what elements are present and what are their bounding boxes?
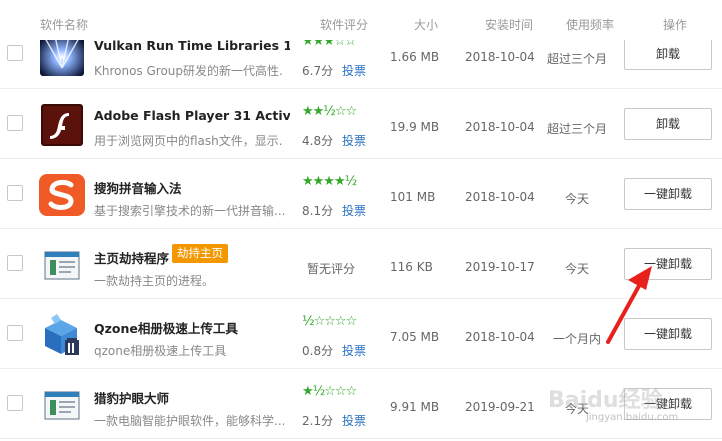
uninstall-button[interactable]: 一键卸载 (624, 318, 712, 350)
table-row: Qzone相册极速上传工具 qzone相册极速上传工具 ½☆☆☆☆ 0.8分 投… (0, 299, 722, 369)
vote-link[interactable]: 投票 (342, 202, 366, 219)
vote-link[interactable]: 投票 (342, 62, 366, 79)
software-desc: 一款电脑智能护眼软件，能够科学... (94, 414, 284, 428)
uninstall-button[interactable]: 一键卸载 (624, 248, 712, 280)
software-size: 101 MB (390, 190, 436, 204)
use-frequency: 今天 (564, 192, 589, 206)
rating-score: 2.1分 (302, 414, 334, 428)
sogou-icon (37, 174, 87, 216)
software-desc: Khronos Group研发的新一代高性... (94, 64, 284, 78)
rating-stars: ★½☆☆☆ (302, 384, 357, 399)
hijack-tag-badge: 劫持主页 (172, 244, 228, 263)
install-date: 2018-10-04 (465, 330, 535, 344)
software-name: Vulkan Run Time Libraries 1.0. (94, 38, 290, 53)
flash-player-icon (37, 104, 87, 146)
software-size: 19.9 MB (390, 120, 440, 134)
header-software-name[interactable]: 软件名称 (40, 16, 88, 33)
uninstall-button[interactable]: 一键卸载 (624, 178, 712, 210)
install-date: 2019-09-21 (465, 400, 535, 414)
rating-score: 0.8分 (302, 344, 334, 358)
program-window-icon (37, 244, 87, 286)
header-frequency[interactable]: 使用频率 (566, 16, 614, 33)
header-action: 操作 (663, 18, 688, 32)
software-desc: qzone相册极速上传工具 (94, 344, 227, 358)
software-name: 搜狗拼音输入法 (94, 181, 182, 196)
vote-link[interactable]: 投票 (342, 342, 366, 359)
baidu-watermark: Baidu经验 (548, 388, 663, 413)
row-checkbox[interactable] (7, 115, 23, 131)
software-desc: 基于搜索引擎技术的新一代拼音输... (94, 204, 284, 218)
use-frequency: 一个月内 (552, 332, 601, 346)
rating-score: 4.8分 (302, 134, 334, 148)
install-date: 2019-10-17 (465, 260, 535, 274)
software-desc: 用于浏览网页中的flash文件，显示... (94, 134, 284, 148)
vulkan-icon (37, 34, 87, 76)
rating-stars: ½☆☆☆☆ (302, 314, 357, 329)
table-row: Adobe Flash Player 31 ActiveX 用于浏览网页中的fl… (0, 89, 722, 159)
no-rating-text: 暂无评分 (307, 262, 356, 276)
table-row: 主页劫持程序 劫持主页 一款劫持主页的进程。 暂无评分 116 KB 2019-… (0, 229, 722, 299)
row-checkbox[interactable] (7, 185, 23, 201)
uninstall-button[interactable]: 卸载 (624, 108, 712, 140)
install-date: 2018-10-04 (465, 190, 535, 204)
use-frequency: 今天 (564, 262, 589, 276)
install-date: 2018-10-04 (465, 120, 535, 134)
software-size: 1.66 MB (390, 50, 440, 64)
software-size: 9.91 MB (390, 400, 440, 414)
rating-score: 6.7分 (302, 64, 334, 78)
row-checkbox[interactable] (7, 255, 23, 271)
baidu-watermark-url: jingyan.baidu.com (586, 412, 679, 423)
use-frequency: 超过三个月 (546, 122, 607, 136)
row-checkbox[interactable] (7, 325, 23, 341)
uninstall-button[interactable]: 卸载 (624, 38, 712, 70)
header-size[interactable]: 大小 (414, 16, 438, 33)
software-size: 7.05 MB (390, 330, 440, 344)
row-checkbox[interactable] (7, 395, 23, 411)
software-name: Qzone相册极速上传工具 (94, 321, 238, 336)
row-checkbox[interactable] (7, 45, 23, 61)
software-name: Adobe Flash Player 31 ActiveX (94, 108, 290, 123)
program-window-icon (37, 384, 87, 426)
vote-link[interactable]: 投票 (342, 132, 366, 149)
software-name: 主页劫持程序 (94, 251, 170, 266)
rating-score: 8.1分 (302, 204, 334, 218)
software-size: 116 KB (390, 260, 433, 274)
table-row: 搜狗拼音输入法 基于搜索引擎技术的新一代拼音输... ★★★★½ 8.1分 投票… (0, 159, 722, 229)
rating-stars: ★★★★½ (302, 174, 357, 189)
software-name: 猎豹护眼大师 (94, 391, 170, 406)
rating-stars: ★★½☆☆ (302, 104, 357, 119)
header-rating[interactable]: 软件评分 (320, 16, 368, 33)
installer-box-icon (37, 314, 87, 356)
use-frequency: 超过三个月 (546, 52, 607, 66)
software-list: Vulkan Run Time Libraries 1.0. Khronos G… (0, 0, 722, 441)
vote-link[interactable]: 投票 (342, 412, 366, 429)
header-install-time[interactable]: 安装时间 (485, 16, 533, 33)
table-header: 软件名称 软件评分 大小 安装时间 使用频率 操作 (0, 0, 722, 40)
install-date: 2018-10-04 (465, 50, 535, 64)
software-desc: 一款劫持主页的进程。 (94, 274, 215, 288)
